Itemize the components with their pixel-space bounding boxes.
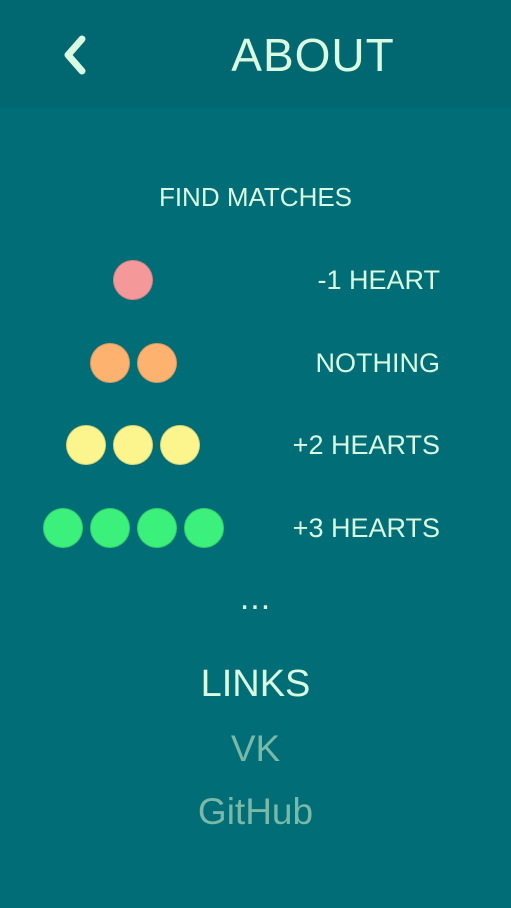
dot-2 bbox=[90, 343, 130, 383]
rule-row: +3 HEARTS bbox=[0, 505, 511, 551]
dot-1 bbox=[113, 260, 153, 300]
vk-link[interactable]: VK bbox=[0, 727, 511, 771]
find-matches-heading: FIND MATCHES bbox=[158, 182, 353, 212]
about-screen: ABOUT FIND MATCHES -1 HEART NOTHING +2 H… bbox=[0, 0, 511, 908]
dot-2 bbox=[137, 343, 177, 383]
chevron-left-icon bbox=[54, 28, 102, 82]
dot-3 bbox=[66, 425, 106, 465]
page-title: ABOUT bbox=[231, 29, 395, 81]
rule-row: NOTHING bbox=[0, 340, 511, 386]
links-heading: LINKS bbox=[200, 663, 311, 705]
match-dots bbox=[90, 343, 177, 383]
reward-label: NOTHING bbox=[315, 348, 441, 378]
github-link[interactable]: GitHub bbox=[0, 790, 511, 834]
reward-label: -1 HEART bbox=[317, 265, 440, 295]
dot-3 bbox=[160, 425, 200, 465]
reward-label: +2 HEARTS bbox=[292, 430, 440, 460]
dot-4 bbox=[43, 508, 83, 548]
match-dots bbox=[113, 260, 153, 300]
back-button[interactable] bbox=[54, 28, 102, 82]
dot-4 bbox=[184, 508, 224, 548]
match-dots bbox=[66, 425, 200, 465]
more-ellipsis: ... bbox=[239, 579, 272, 617]
dot-4 bbox=[137, 508, 177, 548]
reward-label: +3 HEARTS bbox=[292, 513, 440, 543]
dot-3 bbox=[113, 425, 153, 465]
rule-row: +2 HEARTS bbox=[0, 422, 511, 468]
match-dots bbox=[43, 508, 224, 548]
rule-row: -1 HEART bbox=[0, 257, 511, 303]
dot-4 bbox=[90, 508, 130, 548]
top-bar: ABOUT bbox=[0, 0, 511, 107]
